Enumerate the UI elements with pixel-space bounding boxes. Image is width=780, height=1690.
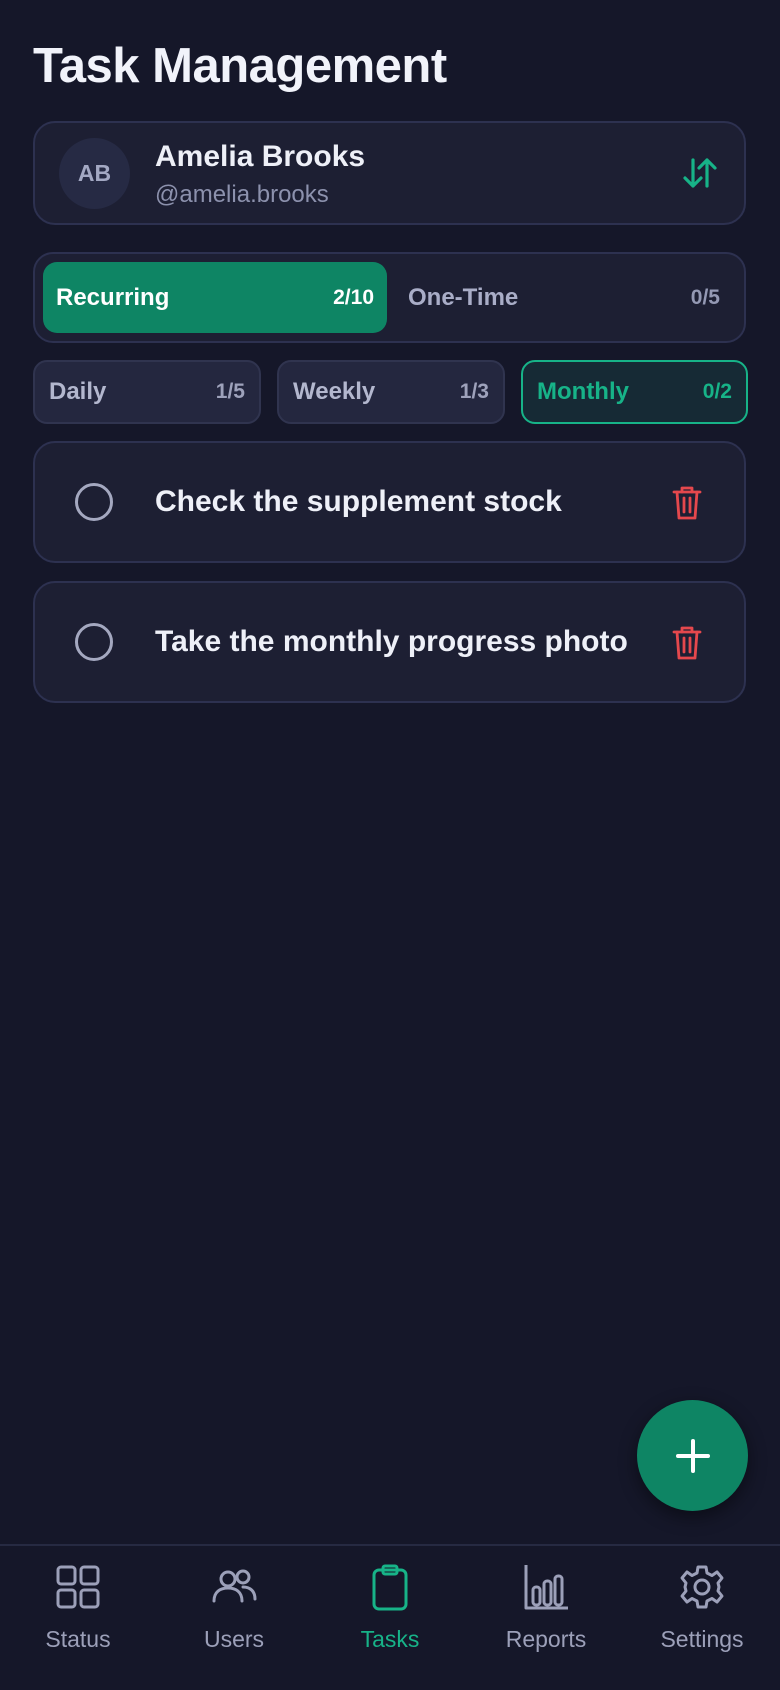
bar-chart-icon — [524, 1565, 568, 1610]
nav-item-tasks[interactable]: Tasks — [312, 1546, 468, 1690]
task-title: Take the monthly progress photo — [155, 625, 628, 658]
trash-icon — [672, 486, 702, 520]
grid-icon — [56, 1565, 100, 1609]
tab-label: Recurring — [56, 283, 170, 311]
task-item: Check the supplement stock — [33, 441, 746, 563]
nav-label: Tasks — [360, 1626, 420, 1652]
trash-icon — [672, 626, 702, 660]
avatar: AB — [59, 138, 130, 209]
tab-count: 1/5 — [215, 380, 245, 403]
bottom-nav: Status Users Tasks Reports Settings — [0, 1544, 780, 1690]
task-checkbox[interactable] — [75, 623, 113, 661]
nav-item-settings[interactable]: Settings — [624, 1546, 780, 1690]
user-card[interactable]: AB Amelia Brooks @amelia.brooks — [33, 121, 746, 225]
tab-count: 0/5 — [690, 285, 720, 309]
tab-count: 2/10 — [333, 285, 374, 309]
nav-item-users[interactable]: Users — [156, 1546, 312, 1690]
delete-task-button[interactable] — [670, 624, 704, 662]
tab-daily[interactable]: Daily 1/5 — [33, 360, 261, 424]
tab-monthly[interactable]: Monthly 0/2 — [521, 360, 748, 424]
nav-label: Settings — [660, 1626, 744, 1652]
task-checkbox[interactable] — [75, 483, 113, 521]
nav-label: Status — [45, 1626, 111, 1652]
nav-item-reports[interactable]: Reports — [468, 1546, 624, 1690]
tab-one-time[interactable]: One-Time 0/5 — [395, 262, 740, 333]
tab-label: Weekly — [293, 378, 376, 405]
task-title: Check the supplement stock — [155, 485, 562, 518]
add-task-button[interactable] — [637, 1400, 748, 1511]
page-title: Task Management — [33, 39, 447, 93]
nav-label: Reports — [505, 1626, 587, 1652]
tab-weekly[interactable]: Weekly 1/3 — [277, 360, 505, 424]
nav-item-status[interactable]: Status — [0, 1546, 156, 1690]
tab-label: Monthly — [537, 378, 629, 405]
nav-label: Users — [203, 1626, 265, 1652]
tab-count: 0/2 — [702, 380, 732, 403]
delete-task-button[interactable] — [670, 484, 704, 522]
gear-icon — [680, 1565, 724, 1609]
users-icon — [212, 1569, 257, 1603]
swap-vertical-icon — [683, 158, 717, 188]
user-name: Amelia Brooks — [155, 140, 366, 173]
switch-user-button[interactable] — [680, 153, 720, 193]
tab-recurring[interactable]: Recurring 2/10 — [43, 262, 387, 333]
task-item: Take the monthly progress photo — [33, 581, 746, 703]
tab-count: 1/3 — [459, 380, 489, 403]
task-type-tabs: Recurring 2/10 One-Time 0/5 — [33, 252, 746, 343]
tab-label: Daily — [49, 378, 107, 405]
clipboard-icon — [372, 1564, 408, 1611]
tab-label: One-Time — [408, 283, 519, 311]
user-handle: @amelia.brooks — [155, 181, 329, 208]
plus-icon — [675, 1438, 710, 1473]
